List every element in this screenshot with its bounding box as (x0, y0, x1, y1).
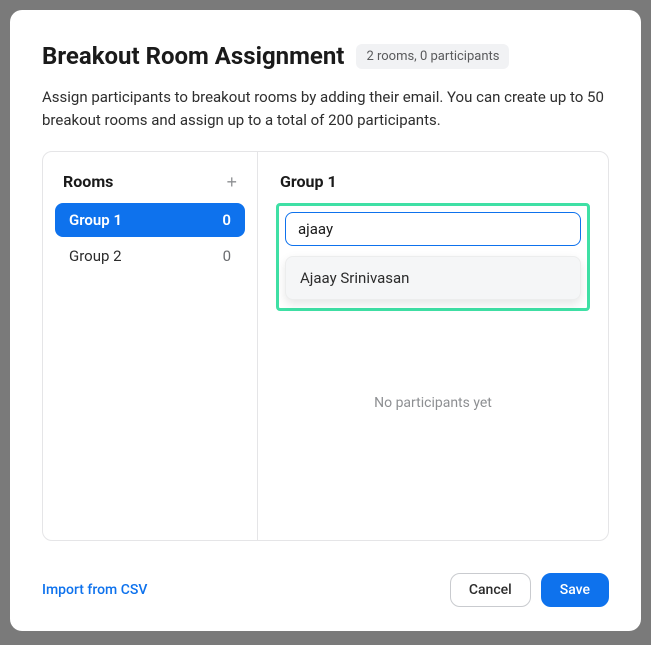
no-participants-message: No participants yet (276, 395, 590, 411)
modal-header: Breakout Room Assignment 2 rooms, 0 part… (42, 42, 609, 70)
panels-container: Rooms + Group 1 0 Group 2 0 Group 1 Ajaa… (42, 151, 609, 541)
save-button[interactable]: Save (541, 573, 609, 607)
modal-title: Breakout Room Assignment (42, 42, 344, 70)
room-item-count: 0 (223, 247, 231, 265)
import-csv-link[interactable]: Import from CSV (42, 582, 147, 598)
modal-description: Assign participants to breakout rooms by… (42, 86, 609, 131)
room-item-label: Group 2 (69, 247, 122, 265)
participant-search-input[interactable] (285, 212, 581, 246)
detail-panel: Group 1 Ajaay Srinivasan No participants… (258, 152, 608, 540)
selected-group-title: Group 1 (276, 172, 590, 191)
rooms-title: Rooms (63, 172, 113, 191)
room-item-group-1[interactable]: Group 1 0 (55, 203, 245, 237)
rooms-panel: Rooms + Group 1 0 Group 2 0 (43, 152, 258, 540)
footer-buttons: Cancel Save (450, 573, 609, 607)
cancel-button[interactable]: Cancel (450, 573, 531, 607)
add-room-button[interactable]: + (226, 173, 237, 191)
room-item-group-2[interactable]: Group 2 0 (55, 239, 245, 273)
modal-footer: Import from CSV Cancel Save (42, 573, 609, 607)
suggestion-dropdown: Ajaay Srinivasan (285, 256, 581, 300)
room-item-count: 0 (222, 211, 231, 229)
suggestion-item[interactable]: Ajaay Srinivasan (286, 257, 580, 299)
breakout-assignment-modal: Breakout Room Assignment 2 rooms, 0 part… (10, 10, 641, 631)
room-summary-badge: 2 rooms, 0 participants (356, 44, 509, 69)
search-highlight-box: Ajaay Srinivasan (276, 203, 590, 311)
rooms-header: Rooms + (55, 172, 245, 203)
room-item-label: Group 1 (69, 211, 122, 229)
